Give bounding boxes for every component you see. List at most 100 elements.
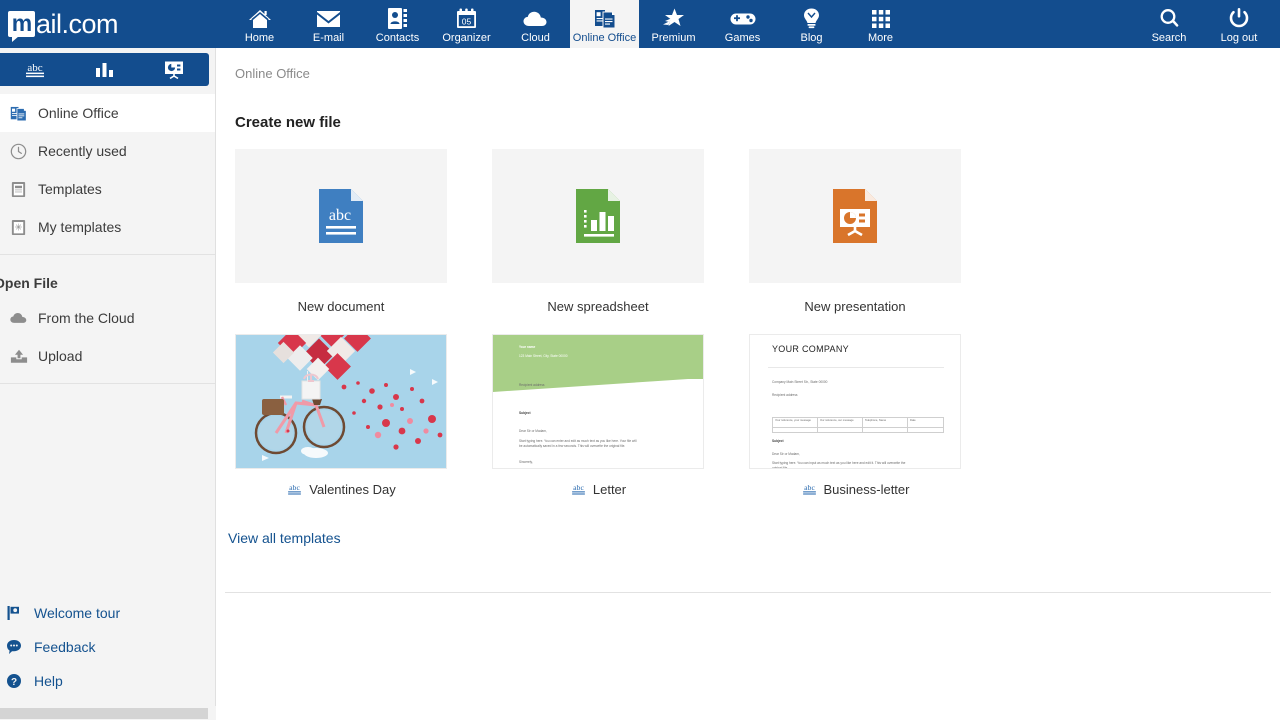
- sidebar-divider-2: [0, 383, 215, 384]
- nav-label: Online Office: [572, 31, 637, 44]
- business-letter-th-3: Date: [910, 419, 916, 422]
- logo-text: ail.com: [36, 8, 119, 39]
- sidebar-link-label: Welcome tour: [34, 605, 121, 621]
- online-office-icon: [594, 8, 616, 30]
- nav-item-organizer[interactable]: 05 Organizer: [432, 0, 501, 48]
- template-caption: abc Business-letter: [749, 469, 961, 497]
- sidebar-item-label: Recently used: [38, 143, 127, 159]
- nav-item-logout[interactable]: Log out: [1204, 0, 1274, 48]
- nav-item-more[interactable]: More: [846, 0, 915, 48]
- svg-text:abc: abc: [329, 207, 351, 224]
- logo-m-letter: m: [11, 9, 32, 36]
- business-letter-recipient: Recipient address: [772, 393, 798, 397]
- nav-label: Home: [244, 31, 275, 44]
- nav-item-contacts[interactable]: Contacts: [363, 0, 432, 48]
- template-thumbnail: Your name 123 Main Street, City, State 0…: [492, 334, 704, 469]
- sidebar-tab-spreadsheet[interactable]: [70, 53, 140, 86]
- contacts-icon: [387, 8, 408, 30]
- svg-text:?: ?: [11, 677, 17, 688]
- nav-label: Cloud: [521, 31, 550, 44]
- card-label: New presentation: [804, 299, 906, 314]
- card-new-document[interactable]: abc New document: [235, 149, 447, 314]
- nav-item-search[interactable]: Search: [1134, 0, 1204, 48]
- letter-subject: Subject: [519, 411, 531, 415]
- business-letter-salutation: Dear Sir or Madam,: [772, 452, 800, 456]
- sidebar-tab-strip: abc: [0, 53, 209, 86]
- sidebar-item-templates[interactable]: Templates: [0, 170, 215, 208]
- template-letter[interactable]: Your name 123 Main Street, City, State 0…: [492, 334, 704, 497]
- sidebar-tab-document[interactable]: abc: [0, 53, 70, 86]
- abc-document-icon: abc: [572, 483, 585, 495]
- upload-icon: [10, 349, 36, 364]
- primary-nav: Home E-mail Contacts 05 Organizer Cloud …: [225, 0, 915, 48]
- business-letter-subject: Subject: [772, 439, 784, 443]
- view-all-templates-link[interactable]: View all templates: [216, 497, 1280, 546]
- sidebar-item-my-templates[interactable]: ✳ My templates: [0, 208, 215, 246]
- nav-item-online-office[interactable]: Online Office: [570, 0, 639, 48]
- flag-icon: [6, 605, 34, 621]
- sidebar-item-online-office[interactable]: Online Office: [0, 94, 215, 132]
- business-letter-th-2: Telephone, Name: [865, 419, 887, 422]
- letter-address: 123 Main Street, City, State 00000: [519, 354, 568, 358]
- sidebar-link-feedback[interactable]: Feedback: [0, 630, 216, 664]
- template-row: abc Valentines Day Your name 123 Main St…: [216, 314, 1280, 497]
- nav-label: E-mail: [312, 31, 345, 44]
- template-valentines-day[interactable]: abc Valentines Day: [235, 334, 447, 497]
- sidebar-item-recently-used[interactable]: Recently used: [0, 132, 215, 170]
- star-icon: [662, 8, 686, 30]
- card-new-spreadsheet[interactable]: New spreadsheet: [492, 149, 704, 314]
- sidebar-tab-presentation[interactable]: [139, 53, 209, 86]
- sidebar-item-upload[interactable]: Upload: [0, 337, 215, 375]
- nav-item-premium[interactable]: Premium: [639, 0, 708, 48]
- sidebar-link-label: Help: [34, 673, 63, 689]
- nav-item-cloud[interactable]: Cloud: [501, 0, 570, 48]
- new-spreadsheet-icon: [576, 189, 620, 243]
- sidebar-link-help[interactable]: ? Help: [0, 664, 216, 698]
- clock-icon: [10, 143, 36, 160]
- card-thumbnail: [749, 149, 961, 283]
- template-thumbnail: YOUR COMPANY Company Main Street Str., S…: [749, 334, 961, 469]
- cloud-icon: [10, 312, 36, 324]
- template-thumbnail: [235, 334, 447, 469]
- nav-item-blog[interactable]: Blog: [777, 0, 846, 48]
- nav-item-email[interactable]: E-mail: [294, 0, 363, 48]
- sidebar-item-from-the-cloud[interactable]: From the Cloud: [0, 299, 215, 337]
- sidebar-link-label: Feedback: [34, 639, 96, 655]
- my-template-icon: ✳: [10, 219, 36, 236]
- letter-salutation: Dear Sir or Madam,: [519, 429, 547, 433]
- business-letter-th-0: Your reference, your message: [775, 419, 811, 422]
- nav-label: Search: [1151, 31, 1187, 44]
- business-letter-table: Your reference, your message Our referen…: [772, 417, 944, 433]
- business-letter-address: Company Main Street Str., State 00000: [772, 380, 828, 384]
- template-icon: [10, 181, 36, 198]
- logo-m-mark: m: [8, 9, 35, 42]
- calendar-icon: 05: [456, 8, 477, 30]
- bottom-divider: [225, 592, 1271, 593]
- nav-item-games[interactable]: Games: [708, 0, 777, 48]
- template-label: Business-letter: [823, 482, 910, 497]
- sidebar-horizontal-scrollbar[interactable]: [0, 706, 216, 720]
- valentines-illustration: [236, 335, 446, 468]
- business-letter-company: YOUR COMPANY: [772, 344, 849, 354]
- template-label: Letter: [592, 482, 627, 497]
- brand-logo[interactable]: m ail.com: [0, 0, 225, 48]
- card-new-presentation[interactable]: New presentation: [749, 149, 961, 314]
- cloud-icon: [523, 8, 549, 30]
- nav-item-home[interactable]: Home: [225, 0, 294, 48]
- letter-body-line-1: Start typing here. You can enter and edi…: [519, 439, 637, 443]
- sidebar-item-label: Online Office: [38, 105, 119, 121]
- svg-text:abc: abc: [804, 483, 815, 492]
- calendar-day-number: 05: [462, 17, 472, 27]
- svg-text:abc: abc: [289, 483, 300, 492]
- letter-your-name: Your name: [519, 345, 536, 349]
- new-document-icon: abc: [319, 189, 363, 243]
- grid-icon: [871, 8, 891, 30]
- scrollbar-thumb[interactable]: [0, 708, 208, 719]
- template-business-letter[interactable]: YOUR COMPANY Company Main Street Str., S…: [749, 334, 961, 497]
- power-icon: [1229, 8, 1249, 30]
- sidebar: abc Online Office Recently used Template…: [0, 48, 216, 720]
- sidebar-link-welcome-tour[interactable]: Welcome tour: [0, 596, 216, 630]
- card-thumbnail: [492, 149, 704, 283]
- secondary-nav: Search Log out: [1134, 0, 1280, 48]
- letter-body-line-2: be automatically saved in a few seconds.…: [519, 444, 626, 448]
